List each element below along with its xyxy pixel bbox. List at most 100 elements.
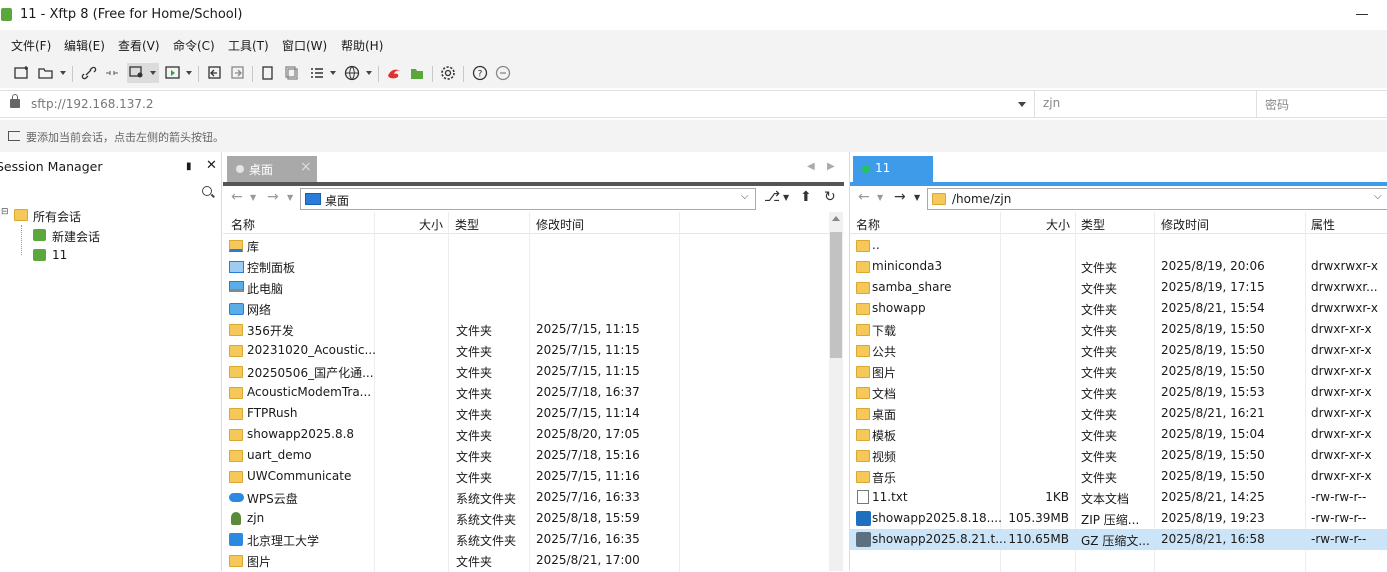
terminal-icon[interactable]	[164, 64, 182, 82]
back-icon[interactable]: ←	[231, 189, 243, 205]
back-icon[interactable]: ←	[858, 189, 870, 205]
file-row[interactable]: ..	[850, 235, 1387, 256]
menu-help[interactable]: 帮助(H)	[341, 37, 383, 54]
copy-icon[interactable]	[259, 64, 277, 82]
new-session-icon[interactable]	[13, 64, 31, 82]
file-row[interactable]: 公共 文件夹 2025/8/19, 15:50 drwxr-xr-x	[850, 340, 1387, 361]
file-row[interactable]: 模板 文件夹 2025/8/19, 15:04 drwxr-xr-x	[850, 424, 1387, 445]
tab-remote-11[interactable]: 11	[853, 156, 933, 182]
menu-window[interactable]: 窗口(W)	[282, 37, 327, 54]
file-row[interactable]: 356开发 文件夹 2025/7/15, 11:15	[223, 319, 844, 340]
file-row[interactable]: AcousticModemTra... 文件夹 2025/7/18, 16:37	[223, 382, 844, 403]
bookmark-dropdown-icon[interactable]: ▼	[783, 193, 789, 202]
file-row[interactable]: samba_share 文件夹 2025/8/19, 17:15 drwxrwxr..…	[850, 277, 1387, 298]
pin-icon[interactable]: ▮	[186, 161, 192, 172]
password-field[interactable]: 密码	[1256, 91, 1387, 117]
file-row[interactable]: showapp2025.8.21.t... 110.65MB GZ 压缩文... 20…	[850, 529, 1387, 550]
host-dropdown-icon[interactable]	[1018, 102, 1026, 107]
file-row[interactable]: UWCommunicate 文件夹 2025/7/15, 11:16	[223, 466, 844, 487]
tab-scroll-right-icon[interactable]: ▶	[827, 161, 835, 172]
forward-dropdown-icon[interactable]: ▼	[287, 193, 293, 202]
menu-tools[interactable]: 工具(T)	[228, 37, 269, 54]
search-icon[interactable]	[202, 186, 212, 196]
column-name[interactable]: 名称	[856, 216, 880, 233]
open-folder-icon[interactable]	[37, 64, 55, 82]
host-input[interactable]: sftp://192.168.137.2	[31, 97, 154, 111]
chat-icon[interactable]	[494, 64, 512, 82]
file-row[interactable]: 下载 文件夹 2025/8/19, 15:50 drwxr-xr-x	[850, 319, 1387, 340]
column-permissions[interactable]: 属性	[1311, 216, 1335, 233]
close-tab-icon[interactable]: ×	[300, 159, 312, 175]
column-type[interactable]: 类型	[455, 216, 479, 233]
file-row[interactable]: uart_demo 文件夹 2025/7/18, 15:16	[223, 445, 844, 466]
add-session-arrow-icon[interactable]	[8, 131, 20, 141]
back-dropdown-icon[interactable]: ▼	[877, 193, 883, 202]
file-row[interactable]: 20231020_Acoustic... 文件夹 2025/7/15, 11:15	[223, 340, 844, 361]
local-scrollbar[interactable]	[829, 212, 843, 571]
menu-edit[interactable]: 编辑(E)	[64, 37, 105, 54]
back-dropdown-icon[interactable]: ▼	[250, 193, 256, 202]
link-icon[interactable]	[80, 64, 98, 82]
file-row[interactable]: 文档 文件夹 2025/8/19, 15:53 drwxr-xr-x	[850, 382, 1387, 403]
file-row[interactable]: 视频 文件夹 2025/8/19, 15:50 drwxr-xr-x	[850, 445, 1387, 466]
disconnect-icon[interactable]	[103, 64, 121, 82]
globe-icon[interactable]	[343, 64, 361, 82]
close-icon[interactable]: ✕	[206, 158, 217, 173]
up-folder-icon[interactable]: ⬆	[800, 189, 812, 205]
minimize-icon[interactable]	[1356, 14, 1368, 15]
settings-gear-icon[interactable]	[439, 64, 457, 82]
file-row[interactable]: showapp2025.8.18.... 105.39MB ZIP 压缩... 202…	[850, 508, 1387, 529]
file-row[interactable]: 11.txt 1KB 文本文档 2025/8/21, 14:25 -rw-rw-r--	[850, 487, 1387, 508]
tree-item-11[interactable]: 11	[0, 245, 220, 265]
column-type[interactable]: 类型	[1081, 216, 1105, 233]
xftp-icon[interactable]	[408, 64, 426, 82]
file-row[interactable]: 北京理工大学 系统文件夹 2025/7/16, 16:35	[223, 529, 844, 550]
column-name[interactable]: 名称	[231, 216, 255, 233]
forward-dropdown-icon[interactable]: ▼	[914, 193, 920, 202]
file-row[interactable]: FTPRush 文件夹 2025/7/15, 11:14	[223, 403, 844, 424]
paste-icon[interactable]	[283, 64, 301, 82]
tab-scroll-left-icon[interactable]: ◀	[807, 161, 815, 172]
file-row[interactable]: 库	[223, 235, 844, 256]
refresh-icon[interactable]: ↻	[824, 189, 836, 205]
column-modified[interactable]: 修改时间	[1161, 216, 1209, 233]
username-field[interactable]: zjn	[1034, 91, 1256, 117]
xshell-icon[interactable]	[385, 64, 403, 82]
file-row[interactable]: showapp 文件夹 2025/8/21, 15:54 drwxrwxr-x	[850, 298, 1387, 319]
forward-icon[interactable]: →	[894, 189, 906, 205]
scrollbar-thumb[interactable]	[830, 232, 842, 358]
file-row[interactable]: zjn 系统文件夹 2025/8/18, 15:59	[223, 508, 844, 529]
download-icon[interactable]	[229, 64, 247, 82]
menu-view[interactable]: 查看(V)	[118, 37, 160, 54]
tree-item-new-session[interactable]: 新建会话	[0, 225, 220, 245]
file-row[interactable]: 控制面板	[223, 256, 844, 277]
path-dropdown-icon[interactable]: ⌵	[1374, 191, 1382, 202]
menu-command[interactable]: 命令(C)	[173, 37, 215, 54]
file-row[interactable]: 网络	[223, 298, 844, 319]
tree-item-all-sessions[interactable]: ⊟ 所有会话	[0, 205, 220, 225]
forward-icon[interactable]: →	[267, 189, 279, 205]
list-view-icon[interactable]	[308, 64, 326, 82]
tab-local-desktop[interactable]: 桌面 ×	[227, 156, 317, 182]
bookmark-icon[interactable]: ⎇	[764, 189, 780, 205]
collapse-icon[interactable]: ⊟	[1, 207, 9, 217]
file-row[interactable]: 音乐 文件夹 2025/8/19, 15:50 drwxr-xr-x	[850, 466, 1387, 487]
file-row[interactable]: 图片 文件夹 2025/8/21, 17:00	[223, 550, 844, 571]
column-modified[interactable]: 修改时间	[536, 216, 584, 233]
menu-file[interactable]: 文件(F)	[11, 37, 51, 54]
file-row[interactable]: 桌面 文件夹 2025/8/21, 16:21 drwxr-xr-x	[850, 403, 1387, 424]
path-dropdown-icon[interactable]: ⌵	[741, 191, 749, 202]
local-path-input[interactable]: 桌面 ⌵	[300, 188, 756, 210]
file-row[interactable]: 此电脑	[223, 277, 844, 298]
file-row[interactable]: 20250506_国产化通... 文件夹 2025/7/15, 11:15	[223, 361, 844, 382]
column-size[interactable]: 大小	[419, 216, 443, 233]
help-icon[interactable]: ?	[471, 64, 489, 82]
file-row[interactable]: 图片 文件夹 2025/8/19, 15:50 drwxr-xr-x	[850, 361, 1387, 382]
file-row[interactable]: WPS云盘 系统文件夹 2025/7/16, 16:33	[223, 487, 844, 508]
column-size[interactable]: 大小	[1046, 216, 1070, 233]
file-row[interactable]: showapp2025.8.8 文件夹 2025/8/20, 17:05	[223, 424, 844, 445]
cell-name: zjn	[247, 511, 265, 525]
upload-icon[interactable]	[206, 64, 224, 82]
file-row[interactable]: miniconda3 文件夹 2025/8/19, 20:06 drwxrwxr-x	[850, 256, 1387, 277]
remote-path-input[interactable]: /home/zjn ⌵	[927, 188, 1387, 210]
